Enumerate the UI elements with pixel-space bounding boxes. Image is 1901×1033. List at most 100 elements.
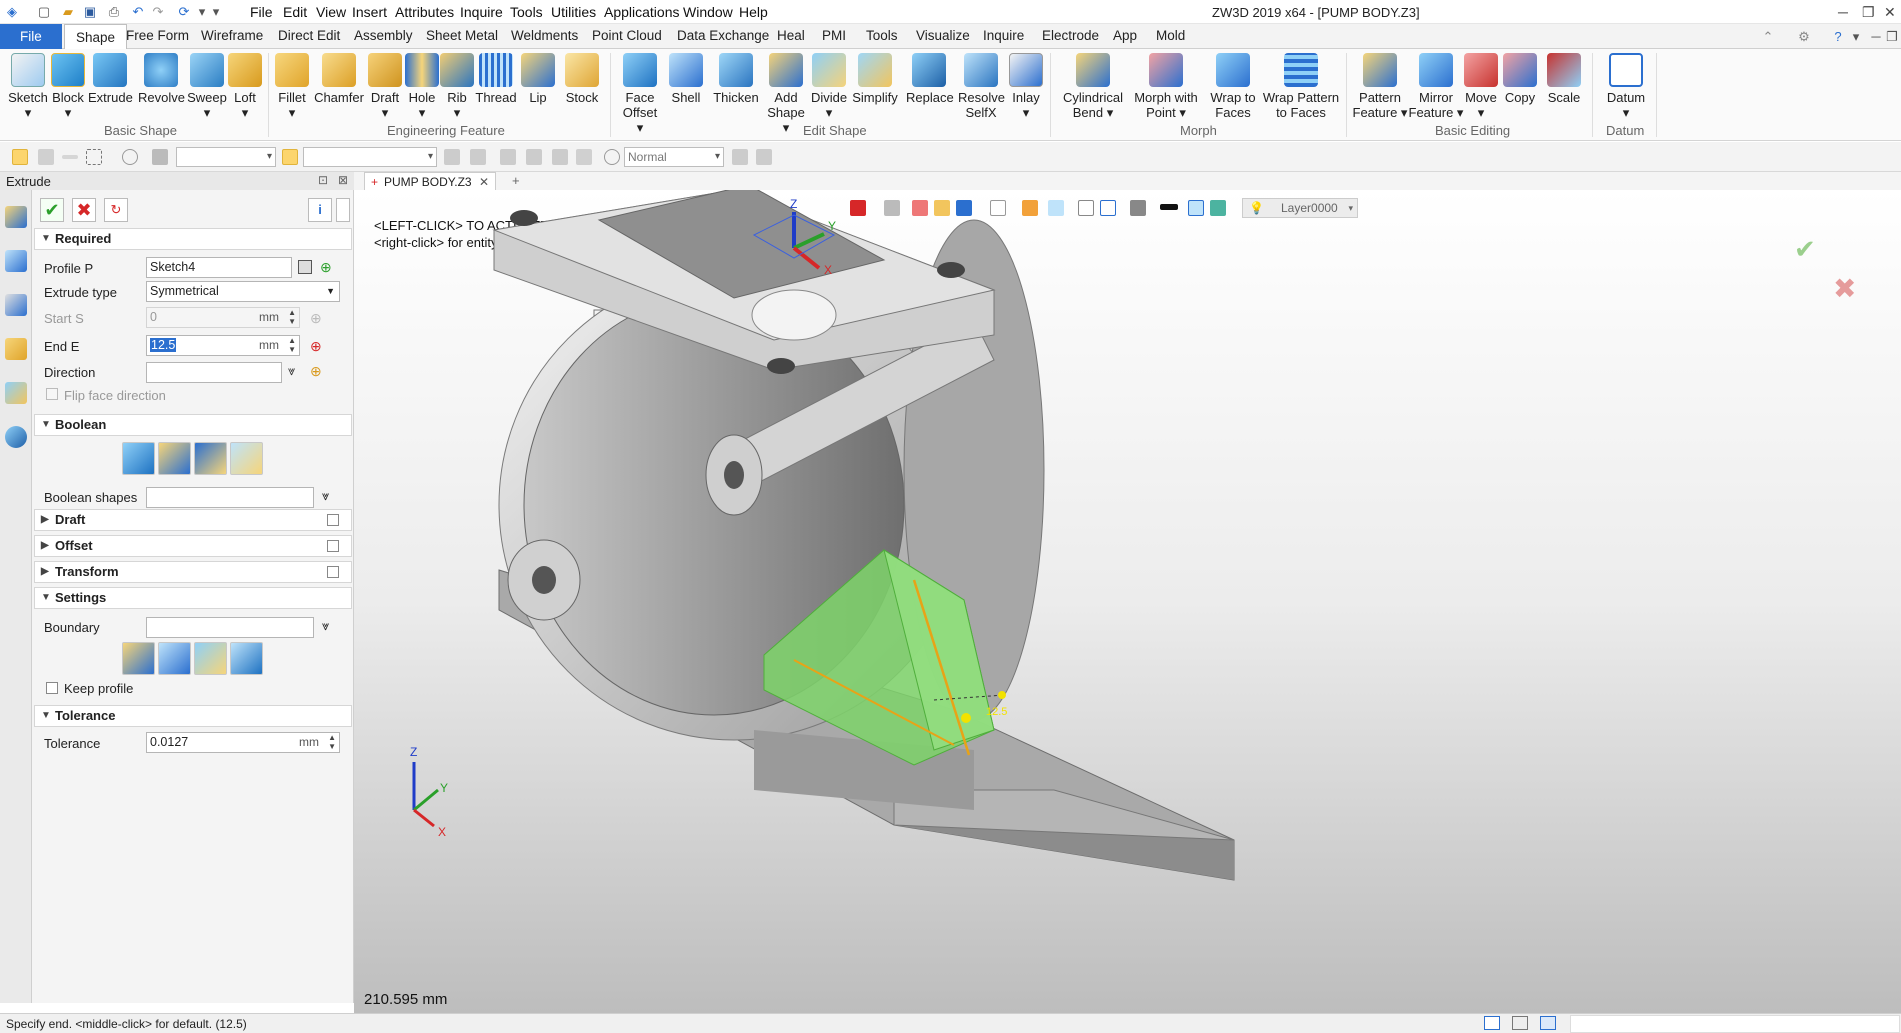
collapse-ribbon-icon[interactable]: ⌃ xyxy=(1760,29,1776,45)
new-tab-icon[interactable]: + xyxy=(512,173,520,188)
transform-checkbox[interactable] xyxy=(327,566,339,578)
print-icon[interactable]: ⎙ xyxy=(106,4,122,20)
distribute-icon[interactable] xyxy=(526,149,542,165)
tab-tools[interactable]: Tools xyxy=(866,28,898,43)
restore-button[interactable]: ❐ xyxy=(1862,4,1875,21)
menu-help[interactable]: Help xyxy=(739,4,768,20)
tab-wireframe[interactable]: Wireframe xyxy=(201,28,263,43)
redo-icon[interactable]: ↷ xyxy=(150,4,166,20)
boundary-input[interactable] xyxy=(146,617,314,638)
render-icon[interactable] xyxy=(604,149,620,165)
extrude-button[interactable]: Extrude xyxy=(88,53,133,105)
section-draft[interactable]: ▶ Draft xyxy=(34,509,352,531)
move-button[interactable]: Move ▾ xyxy=(1464,53,1498,120)
mirror-feature-button[interactable]: Mirror Feature ▾ xyxy=(1408,53,1464,120)
help-icon[interactable]: ? xyxy=(1830,29,1846,45)
boolean-add-icon[interactable] xyxy=(158,442,191,475)
boundary-option-2-icon[interactable] xyxy=(158,642,191,675)
fillet-button[interactable]: Fillet ▾ xyxy=(272,53,312,120)
cylindrical-bend-button[interactable]: Cylindrical Bend ▾ xyxy=(1054,53,1132,120)
tool-icon-2[interactable] xyxy=(756,149,772,165)
end-input[interactable]: 12.5 mm ▲ ▼ xyxy=(146,335,300,356)
draft-button[interactable]: Draft ▾ xyxy=(366,53,404,120)
tab-pmi[interactable]: PMI xyxy=(822,28,846,43)
section-transform[interactable]: ▶ Transform xyxy=(34,561,352,583)
move-pointer-icon[interactable] xyxy=(38,149,54,165)
tab-app[interactable]: App xyxy=(1113,28,1137,43)
close-window-button[interactable]: ✕ xyxy=(1884,4,1896,21)
resolve-selfx-button[interactable]: Resolve SelfX xyxy=(958,53,1005,120)
assembly-manager-icon[interactable] xyxy=(5,294,27,316)
revolve-button[interactable]: Revolve xyxy=(138,53,185,105)
start-pick-icon[interactable]: ⊕ xyxy=(310,310,322,327)
profile-pick-icon[interactable]: ⊕ xyxy=(320,259,332,276)
user-icon[interactable] xyxy=(5,426,27,448)
draft-checkbox[interactable] xyxy=(327,514,339,526)
tab-weldments[interactable]: Weldments xyxy=(511,28,578,43)
menu-inquire[interactable]: Inquire xyxy=(460,4,503,20)
part-library-icon[interactable] xyxy=(5,338,27,360)
rib-button[interactable]: Rib ▾ xyxy=(440,53,474,120)
pick-filter-icon[interactable] xyxy=(282,149,298,165)
face-offset-button[interactable]: Face Offset ▾ xyxy=(618,53,662,135)
snap-icon[interactable] xyxy=(444,149,460,165)
loft-button[interactable]: Loft ▾ xyxy=(228,53,262,120)
expand-panel-icon[interactable] xyxy=(336,198,350,222)
tab-mold[interactable]: Mold xyxy=(1156,28,1185,43)
menu-file[interactable]: File xyxy=(250,4,273,20)
boundary-options-icon[interactable]: ⩔ xyxy=(322,618,329,634)
tab-shape[interactable]: Shape xyxy=(64,24,128,50)
datum-button[interactable]: Datum ▾ xyxy=(1604,53,1648,120)
shell-button[interactable]: Shell xyxy=(664,53,708,105)
view-manager-icon[interactable] xyxy=(5,382,27,404)
pin-icon[interactable]: ⊡ xyxy=(318,173,328,187)
section-tolerance[interactable]: ▼ Tolerance xyxy=(34,705,352,727)
menu-view[interactable]: View xyxy=(316,4,346,20)
accept-button[interactable]: ✔ xyxy=(40,198,64,222)
boundary-option-3-icon[interactable] xyxy=(194,642,227,675)
tab-sheet-metal[interactable]: Sheet Metal xyxy=(426,28,498,43)
section-boolean[interactable]: ▼ Boolean xyxy=(34,414,352,436)
close-tab-icon[interactable]: ✕ xyxy=(479,173,489,191)
align-icon[interactable] xyxy=(500,149,516,165)
minimize-button[interactable]: ─ xyxy=(1838,4,1848,20)
wrap-to-faces-button[interactable]: Wrap to Faces xyxy=(1204,53,1262,120)
tool-icon[interactable] xyxy=(732,149,748,165)
app-logo-icon[interactable]: ◈ xyxy=(4,4,20,20)
menu-window[interactable]: Window xyxy=(683,4,733,20)
add-shape-button[interactable]: Add Shape ▾ xyxy=(764,53,808,135)
boolean-base-icon[interactable] xyxy=(122,442,155,475)
box-select-icon[interactable] xyxy=(86,149,102,165)
line-filter-icon[interactable] xyxy=(62,155,78,159)
boundary-option-1-icon[interactable] xyxy=(122,642,155,675)
filter-combo[interactable] xyxy=(176,147,276,167)
tolerance-input[interactable]: 0.0127 mm ▲ ▼ xyxy=(146,732,340,753)
boundary-option-4-icon[interactable] xyxy=(230,642,263,675)
offset-checkbox[interactable] xyxy=(327,540,339,552)
mdi-restore-icon[interactable]: ❐ xyxy=(1884,29,1900,45)
menu-tools[interactable]: Tools xyxy=(510,4,543,20)
menu-attributes[interactable]: Attributes xyxy=(395,4,454,20)
boolean-remove-icon[interactable] xyxy=(194,442,227,475)
dimension-tag[interactable]: 12.5 xyxy=(986,706,1007,718)
open-folder-icon[interactable]: ▰ xyxy=(60,4,76,20)
block-button[interactable]: Block ▾ xyxy=(48,53,88,120)
screen-icon[interactable] xyxy=(1512,1016,1528,1030)
window-icon[interactable] xyxy=(1540,1016,1556,1030)
scale-button[interactable]: Scale xyxy=(1546,53,1582,105)
boolean-intersect-icon[interactable] xyxy=(230,442,263,475)
pattern-feature-button[interactable]: Pattern Feature ▾ xyxy=(1352,53,1408,120)
profile-sketch-icon[interactable] xyxy=(298,260,312,274)
lasso-select-icon[interactable] xyxy=(122,149,138,165)
section-required[interactable]: ▼ Required xyxy=(34,228,352,250)
info-button[interactable]: i xyxy=(308,198,332,222)
pump-body-model[interactable]: 12.5 Z Y X Z Y X xyxy=(354,190,1901,1013)
feature-manager-icon[interactable] xyxy=(5,206,27,228)
undo-icon[interactable]: ↶ xyxy=(130,4,146,20)
tab-free-form[interactable]: Free Form xyxy=(126,28,189,43)
tab-electrode[interactable]: Electrode xyxy=(1042,28,1099,43)
customize-dropdown-icon[interactable]: ▾ xyxy=(208,4,224,20)
history-manager-icon[interactable] xyxy=(5,250,27,272)
render-mode-combo[interactable]: Normal xyxy=(624,147,724,167)
thicken-button[interactable]: Thicken xyxy=(710,53,762,105)
